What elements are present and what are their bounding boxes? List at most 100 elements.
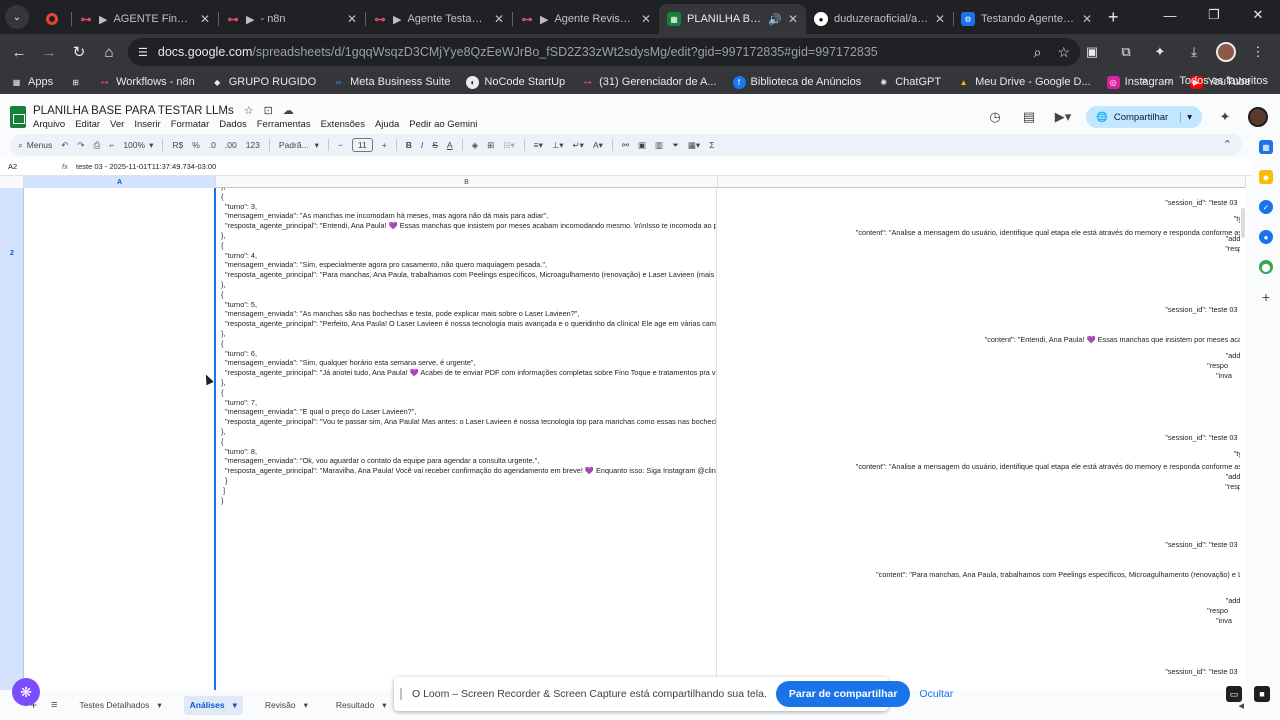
menu-search[interactable]: ⌕ Menus [18, 140, 52, 151]
bookmark-gerenciador[interactable]: ⊶ (31) Gerenciador de A... [581, 76, 717, 89]
keep-icon[interactable]: ◆ [1259, 170, 1273, 184]
bookmark-all-folder[interactable]: ▭ Todos os favoritos [1161, 74, 1268, 87]
menu-gemini[interactable]: Pedir ao Gemini [409, 119, 477, 130]
close-icon[interactable]: ✕ [935, 12, 945, 26]
sheet-tab-revisao[interactable]: Revisão ▾ [259, 696, 314, 715]
translate-icon[interactable]: ⧉ [1114, 40, 1138, 64]
bookmark-biblioteca[interactable]: f Biblioteca de Anúncios [732, 75, 861, 89]
tab-agente-fino-toque[interactable]: ⊶ ▶ AGENTE Fino Toque ✕ [71, 4, 218, 34]
chevron-down-icon[interactable]: ▾ [157, 700, 161, 711]
percent-button[interactable]: % [192, 140, 200, 150]
close-icon[interactable]: ✕ [641, 12, 651, 26]
stop-recording-icon[interactable]: ■ [1254, 686, 1270, 702]
gemini-icon[interactable]: ✦ [1214, 109, 1236, 125]
text-wrap-icon[interactable]: ↵▾ [573, 140, 584, 151]
text-color-icon[interactable]: A [447, 140, 453, 150]
bookmark-grupo-rugido[interactable]: ◆ GRUPO RUGIDO [211, 76, 316, 89]
paint-format-icon[interactable]: ⌐ [109, 140, 114, 150]
comments-icon[interactable]: ▤ [1018, 109, 1040, 125]
meet-icon[interactable]: ▶▾ [1052, 109, 1074, 125]
maps-icon[interactable]: ⬤ [1259, 260, 1273, 274]
filter-views-icon[interactable]: ▦▾ [688, 140, 700, 151]
functions-icon[interactable]: Σ [709, 140, 714, 150]
font-size-increase[interactable]: + [382, 140, 387, 150]
close-icon[interactable]: ✕ [494, 12, 504, 26]
column-header-c[interactable] [718, 176, 1246, 188]
close-icon[interactable]: ✕ [347, 12, 357, 26]
filter-icon[interactable]: ⏷ [672, 140, 679, 151]
merge-cells-icon[interactable]: ⊟▾ [503, 140, 514, 151]
back-icon[interactable]: ← [4, 37, 34, 67]
tab-testando-agentes[interactable]: ⚙ Testando Agentes de ✕ [953, 4, 1100, 34]
puzzle-icon[interactable]: ✦ [1148, 40, 1172, 64]
close-window-icon[interactable]: ✕ [1236, 0, 1280, 30]
chevron-down-icon[interactable]: ▾ [233, 700, 237, 711]
bookmark-star-icon[interactable]: ☆ [1057, 44, 1070, 61]
star-icon[interactable]: ☆ [244, 104, 254, 117]
chevron-down-icon[interactable]: ▾ [304, 700, 308, 711]
stop-sharing-button[interactable]: Parar de compartilhar [775, 681, 911, 707]
tab-recording[interactable] [33, 4, 71, 34]
redo-icon[interactable]: ↷ [77, 140, 84, 151]
menu-inserir[interactable]: Inserir [134, 119, 160, 130]
bookmark-grid[interactable]: ⊞ [69, 76, 82, 89]
profile-avatar[interactable] [1216, 42, 1236, 62]
strikethrough-icon[interactable]: S [432, 140, 438, 150]
bold-icon[interactable]: B [406, 140, 412, 150]
tab-planilha-base[interactable]: ▦ PLANILHA BASE P 🔊 ✕ [659, 4, 806, 34]
menu-ajuda[interactable]: Ajuda [375, 119, 399, 130]
close-icon[interactable]: ✕ [200, 12, 210, 26]
bookmarks-more-button[interactable]: » [1141, 75, 1147, 87]
italic-icon[interactable]: I [421, 140, 423, 150]
more-menu-icon[interactable]: ⋮ [1246, 40, 1270, 64]
explore-sparkle-icon[interactable]: ❋ [12, 678, 40, 706]
sheet-tab-analises[interactable]: Análises ▾ [183, 695, 243, 715]
menu-editar[interactable]: Editar [75, 119, 100, 130]
camera-icon[interactable]: ▭ [1226, 686, 1242, 702]
column-header-b[interactable]: B [216, 176, 718, 188]
tasks-icon[interactable]: ✓ [1259, 200, 1273, 214]
account-avatar[interactable] [1248, 107, 1268, 127]
cell-c2[interactable]: "session_id": "teste 03 - "ty "content": "… [718, 188, 1246, 690]
number-format-button[interactable]: 123 [246, 140, 260, 150]
align-vertical-icon[interactable]: ⊥▾ [552, 140, 564, 151]
menu-extensoes[interactable]: Extensões [321, 119, 365, 130]
bookmark-workflows[interactable]: ⊶ Workflows - n8n [98, 76, 195, 89]
font-size-decrease[interactable]: − [338, 140, 343, 150]
restore-icon[interactable]: ❐ [1192, 0, 1236, 30]
move-folder-icon[interactable]: ⊡ [264, 104, 273, 117]
comment-icon[interactable]: ▣ [638, 140, 646, 151]
forward-icon[interactable]: → [34, 37, 64, 67]
align-horizontal-icon[interactable]: ≡▾ [534, 140, 543, 151]
tab-agente-testador[interactable]: ⊶ ▶ Agente Testador de ✕ [365, 4, 512, 34]
calendar-icon[interactable]: ▦ [1259, 140, 1273, 154]
font-size-input[interactable]: 11 [351, 138, 373, 152]
drag-handle[interactable] [400, 688, 402, 700]
menu-arquivo[interactable]: Arquivo [33, 119, 65, 130]
reload-icon[interactable]: ↻ [64, 37, 94, 67]
cloud-status-icon[interactable]: ☁ [283, 104, 294, 117]
chevron-up-icon[interactable]: ⌃ [1223, 138, 1232, 151]
address-bar[interactable]: ☰ docs.google.com /spreadsheets/d/1gqqWs… [128, 38, 1080, 66]
tab-search-button[interactable]: ⌄ [5, 5, 29, 29]
menu-dados[interactable]: Dados [219, 119, 246, 130]
minimize-icon[interactable]: — [1148, 0, 1192, 30]
bookmark-drive[interactable]: ▲ Meu Drive - Google D... [957, 76, 1091, 89]
extension-icon[interactable]: ▣ [1080, 40, 1104, 64]
speaker-icon[interactable]: 🔊 [768, 13, 782, 26]
sheets-logo-icon[interactable] [10, 106, 26, 128]
search-page-icon[interactable]: ⌕ [1034, 44, 1042, 61]
doc-title[interactable]: PLANILHA BASE PARA TESTAR LLMs [33, 105, 234, 117]
spreadsheet-grid[interactable]: A B 2 },{ "turno": 3, "mensagem_enviada"… [0, 176, 1246, 690]
currency-button[interactable]: R$ [172, 140, 183, 150]
new-tab-button[interactable]: + [1108, 7, 1119, 28]
bookmark-chatgpt[interactable]: ✺ ChatGPT [877, 76, 941, 89]
tab-n8n[interactable]: ⊶ ▶ - n8n ✕ [218, 4, 365, 34]
link-icon[interactable]: ⚯ [622, 140, 629, 151]
tab-github[interactable]: ● duduzeraoficial/agent ✕ [806, 4, 953, 34]
print-icon[interactable]: ⎙ [94, 140, 101, 151]
bookmark-apps[interactable]: ▦ Apps [10, 76, 53, 89]
row-header-2[interactable]: 2 [0, 250, 24, 257]
name-box[interactable]: A2 [0, 162, 62, 171]
chevron-down-icon[interactable]: ▾ [382, 700, 386, 711]
